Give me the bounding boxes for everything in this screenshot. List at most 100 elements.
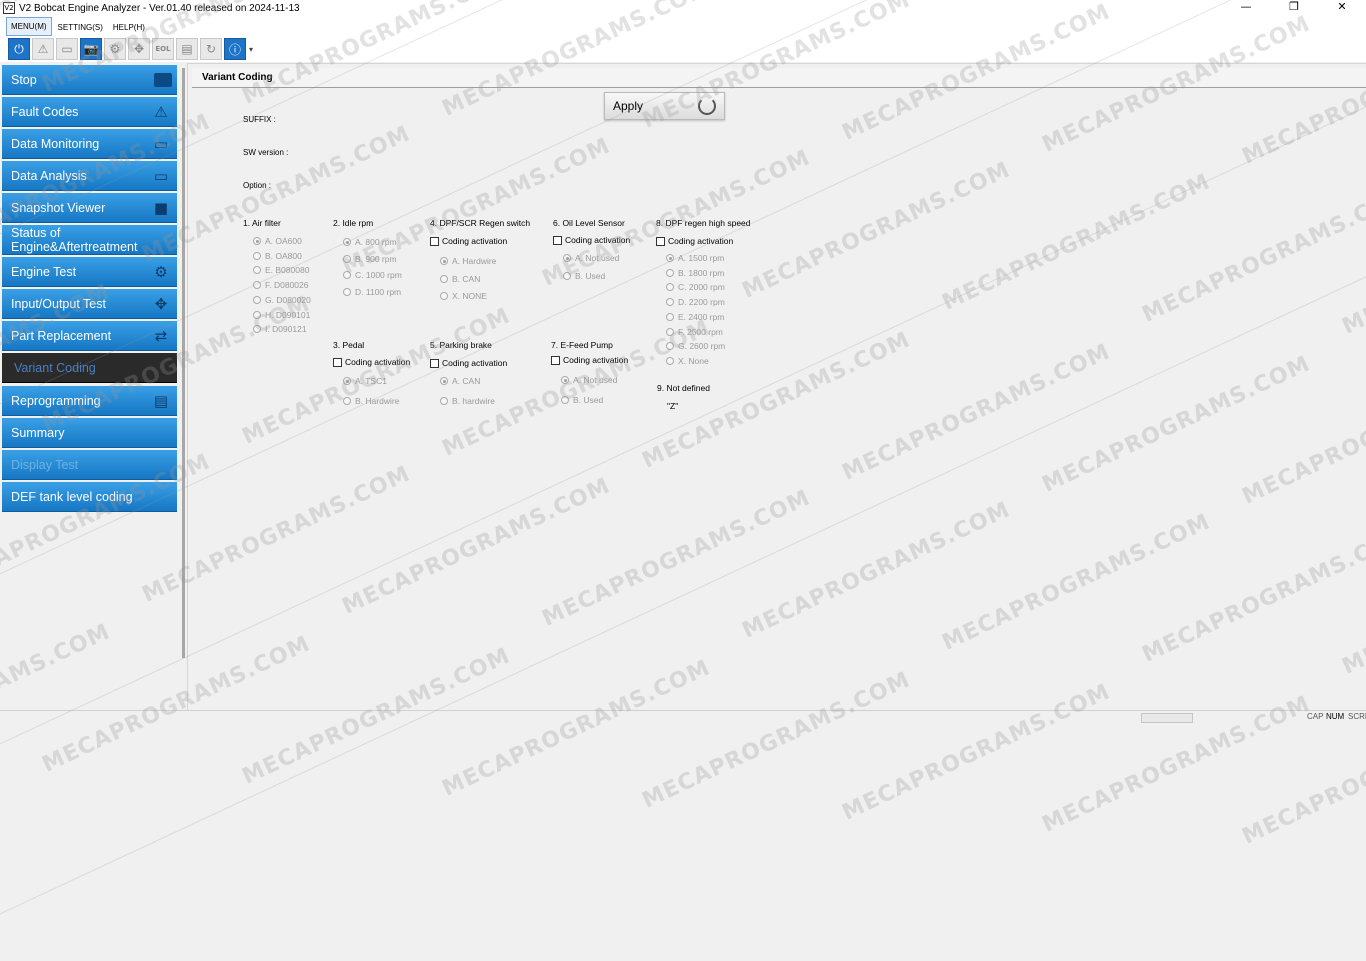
radio-button[interactable]	[666, 312, 674, 321]
dpf-regen-speed-coding-activation-checkbox[interactable]: Coding activation	[656, 236, 733, 246]
dpf-switch-option-radio[interactable]: B. CAN	[440, 274, 480, 284]
radio-button[interactable]	[666, 327, 674, 336]
dpf-switch-option-radio[interactable]: X. NONE	[440, 291, 487, 301]
power-toolbar-button[interactable]: ⏻	[8, 38, 30, 60]
engine-toolbar-button[interactable]: ⚙	[104, 38, 126, 60]
checkbox-box[interactable]	[656, 236, 665, 246]
parking-brake-coding-activation-checkbox[interactable]: Coding activation	[430, 358, 507, 368]
radio-button[interactable]	[440, 274, 448, 283]
oil-level-coding-activation-checkbox[interactable]: Coding activation	[553, 235, 630, 245]
radio-button[interactable]	[343, 397, 351, 405]
air-filter-option-radio[interactable]: F. D080026	[253, 280, 308, 290]
radio-button[interactable]	[253, 295, 261, 304]
radio-button[interactable]	[666, 342, 674, 351]
sidebar-splitter[interactable]	[182, 68, 185, 658]
refresh-toolbar-button[interactable]: ↻	[200, 38, 222, 60]
radio-button[interactable]	[666, 268, 674, 277]
efeed-pump-option-radio[interactable]: B. Used	[561, 395, 603, 405]
maximize-button[interactable]: ❐	[1270, 0, 1318, 16]
sidebar-item-reprogramming[interactable]: Reprogramming ▤	[2, 386, 177, 416]
monitor-toolbar-button[interactable]: ▭	[56, 38, 78, 60]
sidebar-item-part-replacement[interactable]: Part Replacement ⇄	[2, 321, 177, 351]
air-filter-option-radio[interactable]: B. OA800	[253, 251, 302, 261]
program-toolbar-button[interactable]: ▤	[176, 38, 198, 60]
sidebar-item-status-of-engine-aftertreatment[interactable]: Status of Engine&Aftertreatment	[2, 225, 177, 255]
sidebar-item-snapshot-viewer[interactable]: Snapshot Viewer ■	[2, 193, 177, 223]
apply-button[interactable]: Apply	[604, 92, 725, 120]
sidebar-item-input-output-test[interactable]: Input/Output Test ✥	[2, 289, 177, 319]
air-filter-option-radio[interactable]: E. B080080	[253, 265, 309, 275]
dpf-regen-speed-option-radio[interactable]: G. 2600 rpm	[666, 341, 725, 351]
dpf-switch-option-radio[interactable]: A. Hardwire	[440, 256, 496, 266]
radio-button[interactable]	[561, 376, 569, 384]
pedal-option-radio[interactable]: A. TSC1	[343, 376, 387, 386]
sidebar-item-summary[interactable]: Summary	[2, 418, 177, 448]
radio-button[interactable]	[343, 271, 351, 279]
info-toolbar-button[interactable]: ⓘ	[224, 38, 246, 60]
sidebar-item-variant-coding[interactable]: Variant Coding	[2, 353, 177, 383]
air-filter-option-radio[interactable]: G. D080020	[253, 295, 311, 305]
sidebar-item-display-test[interactable]: Display Test	[2, 450, 177, 480]
air-filter-option-radio[interactable]: I. D090121	[253, 324, 307, 334]
air-filter-option-radio[interactable]: A. OA600	[253, 236, 302, 246]
idle-rpm-option-radio[interactable]: B. 900 rpm	[343, 254, 397, 264]
radio-button[interactable]	[253, 325, 261, 334]
sidebar-item-def-tank-level-coding[interactable]: DEF tank level coding	[2, 482, 177, 512]
dpf-regen-speed-option-radio[interactable]: A. 1500 rpm	[666, 253, 724, 263]
toolbar-more-icon[interactable]: ▾	[249, 45, 253, 54]
close-button[interactable]: ✕	[1318, 0, 1366, 16]
checkbox-box[interactable]	[430, 236, 439, 246]
radio-button[interactable]	[440, 397, 448, 405]
air-filter-option-radio[interactable]: H. D090101	[253, 310, 310, 320]
dpf-regen-speed-option-radio[interactable]: B. 1800 rpm	[666, 268, 724, 278]
efeed-pump-coding-activation-checkbox[interactable]: Coding activation	[551, 355, 628, 365]
sidebar-item-engine-test[interactable]: Engine Test ⚙	[2, 257, 177, 287]
pedal-option-radio[interactable]: B. Hardwire	[343, 396, 399, 406]
radio-button[interactable]	[253, 251, 261, 260]
parking-brake-option-radio[interactable]: B. hardwire	[440, 396, 495, 406]
radio-button[interactable]	[666, 298, 674, 307]
menu-setting[interactable]: SETTING(S)	[54, 19, 107, 36]
radio-button[interactable]	[563, 272, 571, 280]
sidebar-item-fault-codes[interactable]: Fault Codes ⚠	[2, 97, 177, 127]
radio-button[interactable]	[440, 377, 448, 385]
dpf-switch-coding-activation-checkbox[interactable]: Coding activation	[430, 236, 507, 246]
minimize-button[interactable]: —	[1222, 0, 1270, 16]
sidebar-item-stop[interactable]: Stop	[2, 65, 177, 95]
camera-toolbar-button[interactable]: 📷	[80, 38, 102, 60]
dpf-regen-speed-option-radio[interactable]: F. 2500 rpm	[666, 327, 723, 337]
checkbox-box[interactable]	[553, 235, 562, 245]
sidebar-item-data-analysis[interactable]: Data Analysis ▭	[2, 161, 177, 191]
menu-main[interactable]: MENU(M)	[6, 17, 52, 36]
idle-rpm-option-radio[interactable]: D. 1100 rpm	[343, 287, 401, 297]
radio-button[interactable]	[666, 254, 674, 262]
radio-button[interactable]	[343, 287, 351, 296]
radio-button[interactable]	[440, 257, 448, 265]
dpf-regen-speed-option-radio[interactable]: X. None	[666, 356, 709, 366]
radio-button[interactable]	[343, 254, 351, 263]
radio-button[interactable]	[253, 237, 261, 245]
radio-button[interactable]	[253, 310, 261, 319]
dpf-regen-speed-option-radio[interactable]: E. 2400 rpm	[666, 312, 724, 322]
checkbox-box[interactable]	[551, 355, 560, 365]
parking-brake-option-radio[interactable]: A. CAN	[440, 376, 480, 386]
radio-button[interactable]	[666, 283, 674, 292]
idle-rpm-option-radio[interactable]: C. 1000 rpm	[343, 270, 402, 280]
radio-button[interactable]	[666, 356, 674, 365]
radio-button[interactable]	[253, 266, 261, 275]
radio-button[interactable]	[253, 281, 261, 290]
pedal-coding-activation-checkbox[interactable]: Coding activation	[333, 357, 410, 367]
radio-button[interactable]	[563, 254, 571, 262]
radio-button[interactable]	[561, 396, 569, 404]
warning-toolbar-button[interactable]: ⚠	[32, 38, 54, 60]
efeed-pump-option-radio[interactable]: A. Not used	[561, 375, 617, 385]
checkbox-box[interactable]	[430, 358, 439, 368]
eol-toolbar-button[interactable]: EOL	[152, 38, 174, 60]
checkbox-box[interactable]	[333, 357, 342, 367]
menu-help[interactable]: HELP(H)	[109, 19, 149, 36]
io-toolbar-button[interactable]: ✥	[128, 38, 150, 60]
idle-rpm-option-radio[interactable]: A. 800 rpm	[343, 237, 397, 247]
oil-level-option-radio[interactable]: B. Used	[563, 271, 605, 281]
radio-button[interactable]	[343, 238, 351, 246]
radio-button[interactable]	[440, 292, 448, 300]
